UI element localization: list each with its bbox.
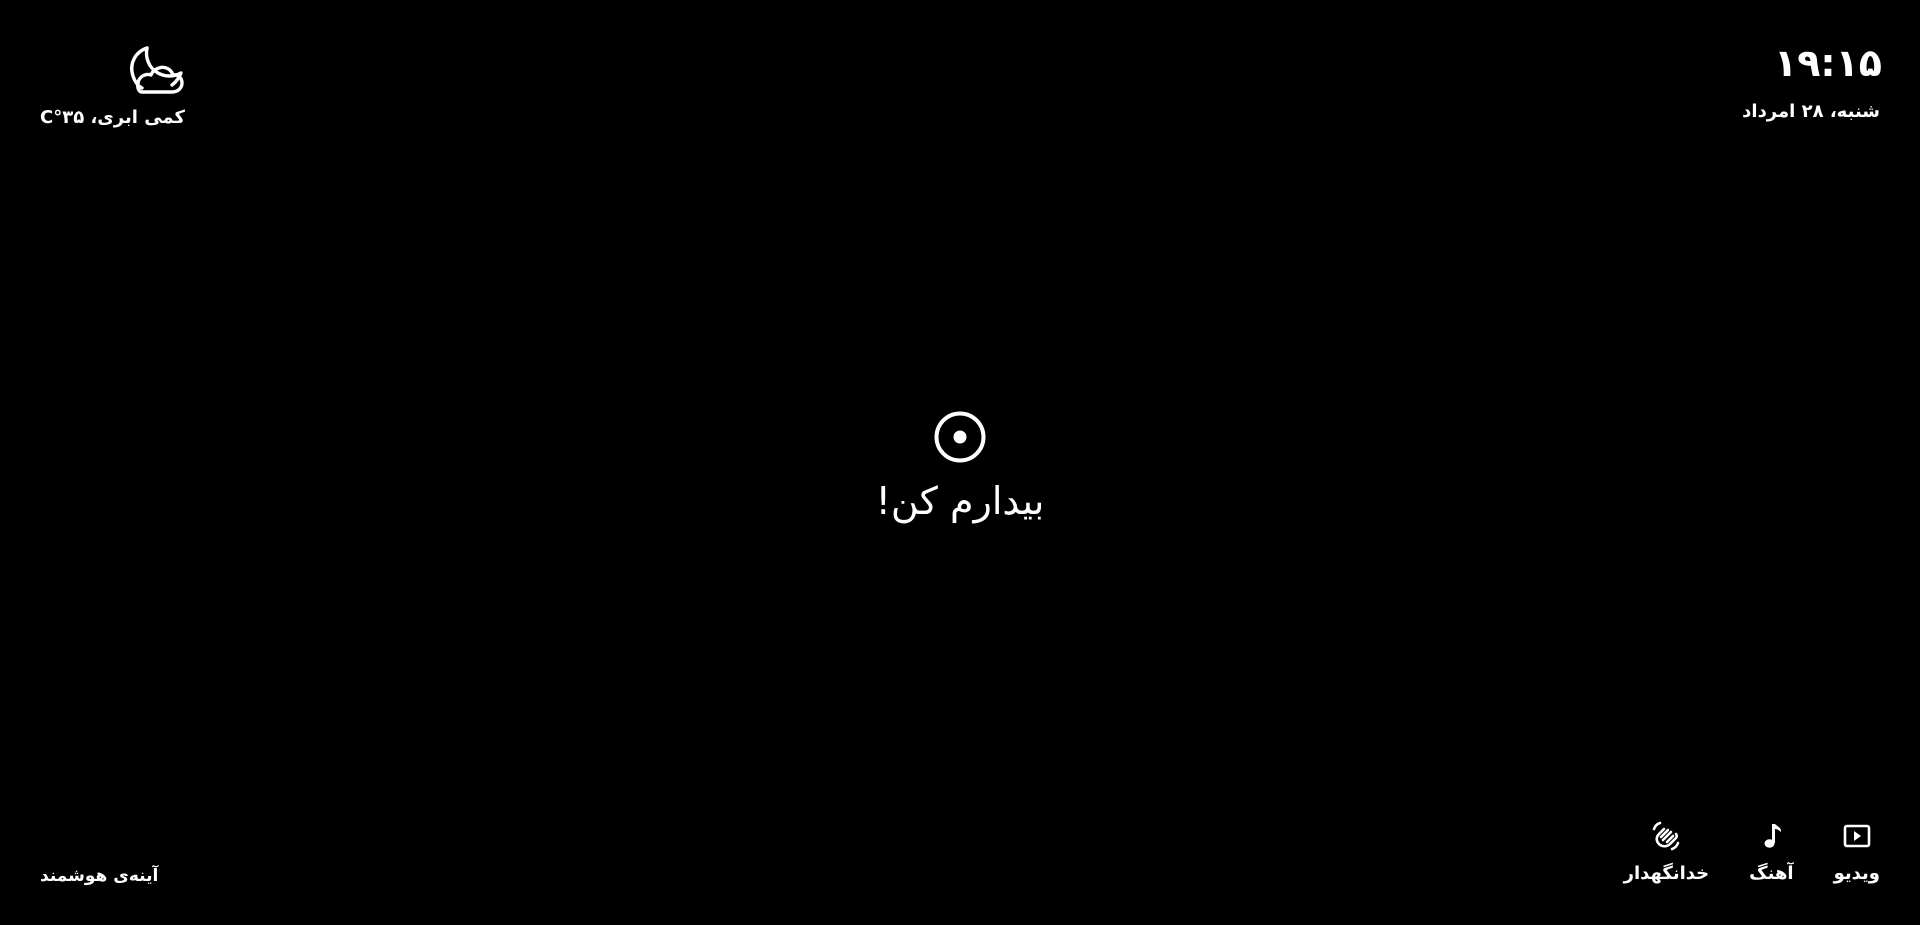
wake-prompt[interactable]: بیدارم کن! xyxy=(0,410,1920,526)
target-dot-icon xyxy=(934,411,986,463)
nav-label-goodbye: خدانگهدار xyxy=(1623,863,1710,884)
brand-label: آینه‌ی هوشمند xyxy=(40,866,159,886)
weather-widget: کمی ابری، ۳۵°C xyxy=(40,42,185,130)
nav-label-music: آهنگ xyxy=(1749,863,1794,884)
wake-message: بیدارم کن! xyxy=(875,479,1045,523)
clock-date: شنبه، ۲۸ امرداد xyxy=(1742,101,1880,122)
bottom-nav: خدانگهدار آهنگ ویدیو xyxy=(1624,820,1880,886)
moon-cloud-icon xyxy=(130,46,184,94)
video-play-icon xyxy=(1843,824,1871,848)
nav-item-goodbye[interactable]: خدانگهدار xyxy=(1623,820,1710,886)
nav-item-music[interactable]: آهنگ xyxy=(1749,820,1794,886)
clock-widget: ۱۹:۱۵ شنبه، ۲۸ امرداد xyxy=(1742,38,1882,124)
nav-item-video[interactable]: ویدیو xyxy=(1834,820,1880,886)
wave-hand-icon xyxy=(1653,821,1680,851)
nav-label-video: ویدیو xyxy=(1833,863,1880,884)
music-note-icon xyxy=(1764,824,1782,848)
weather-description: کمی ابری، ۳۵°C xyxy=(40,107,185,128)
clock-time: ۱۹:۱۵ xyxy=(1774,41,1882,85)
